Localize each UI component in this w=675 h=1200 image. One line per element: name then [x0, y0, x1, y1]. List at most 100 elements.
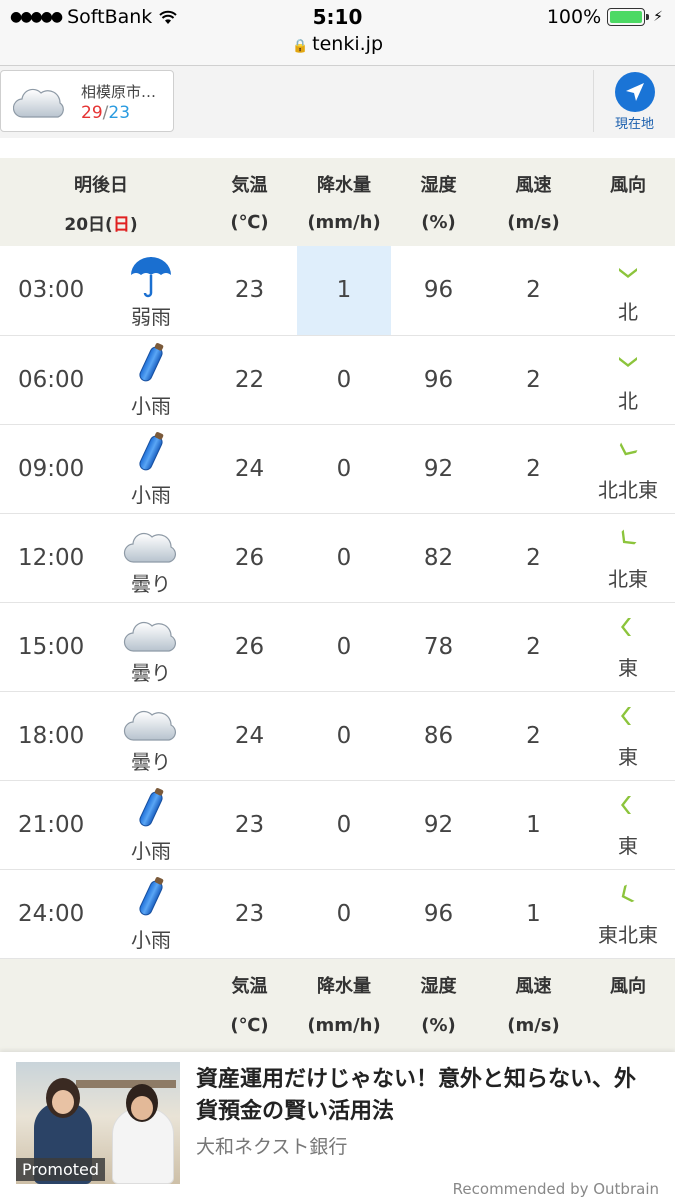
outbrain-credit[interactable]: Recommended by Outbrain: [453, 1180, 659, 1198]
navigation-arrow-icon: [614, 72, 655, 112]
footer-humidity: 湿度: [391, 958, 486, 1006]
row-rain: 0: [297, 335, 391, 425]
charging-icon: ⚡: [653, 9, 663, 25]
temp-low: 23: [108, 103, 131, 123]
row-time: 15:00: [0, 602, 100, 692]
wind-arrow-icon: [581, 256, 675, 286]
footer-empty: [0, 958, 202, 1006]
current-location-label: 現在地: [614, 117, 654, 132]
location-bar: 相模原市… 29/23 現在地: [0, 66, 675, 138]
row-temp: 26: [202, 602, 297, 692]
current-location-button[interactable]: 現在地: [593, 70, 675, 132]
footer-rain: 降水量: [297, 958, 391, 1006]
footer-wind-speed: 風速: [486, 958, 581, 1006]
cloud-icon: [100, 518, 202, 566]
row-wind-speed: 2: [486, 602, 581, 692]
row-wind-direction: 北: [581, 246, 675, 336]
row-weather: 小雨: [100, 335, 202, 425]
row-rain: 0: [297, 869, 391, 959]
unit-wind-speed: (m/s): [486, 204, 581, 246]
table-row: 21:00 小雨 23 0 92 1 東: [0, 780, 675, 870]
row-wind-speed: 2: [486, 246, 581, 336]
row-rain: 0: [297, 602, 391, 692]
row-weather: 曇り: [100, 513, 202, 603]
row-humidity: 78: [391, 602, 486, 692]
footer-unit-rain: (mm/h): [297, 1006, 391, 1052]
row-weather-text: 弱雨: [131, 304, 171, 329]
temp-high: 29: [81, 103, 103, 123]
wind-arrow-icon: [581, 434, 675, 464]
umbrella-icon: [100, 251, 202, 299]
row-wind-direction-text: 北北東: [598, 478, 658, 502]
row-time: 09:00: [0, 424, 100, 514]
sponsored-ad[interactable]: Promoted 資産運用だけじゃない！意外と知らない、外貨預金の賢い活用法 大…: [0, 1052, 675, 1200]
location-card[interactable]: 相模原市… 29/23: [0, 70, 174, 132]
row-weather: 小雨: [100, 780, 202, 870]
battery-info: 100% ⚡: [547, 6, 663, 28]
wind-arrow-icon: [581, 701, 675, 731]
battery-icon: [607, 8, 650, 26]
row-weather: 曇り: [100, 602, 202, 692]
footer-unit-temp: (℃): [202, 1006, 297, 1052]
row-weather-text: 小雨: [131, 394, 171, 418]
ad-title[interactable]: 資産運用だけじゃない！意外と知らない、外貨預金の賢い活用法: [196, 1064, 656, 1128]
row-weather: 弱雨: [100, 246, 202, 336]
url-text: tenki.jp: [312, 33, 384, 55]
row-temp: 23: [202, 869, 297, 959]
cloud-icon: [100, 607, 202, 655]
footer-empty-2: [0, 1006, 202, 1052]
row-rain: 0: [297, 780, 391, 870]
cloud-icon: [12, 85, 67, 125]
unit-temp: (℃): [202, 204, 297, 246]
row-weather-text: 小雨: [131, 928, 171, 952]
row-wind-speed: 2: [486, 335, 581, 425]
date-weekday: 日: [112, 214, 130, 235]
row-humidity: 86: [391, 691, 486, 781]
row-wind-direction-text: 東: [618, 834, 638, 858]
row-time: 21:00: [0, 780, 100, 870]
footer-wind-direction: 風向: [581, 958, 675, 1006]
row-weather-text: 小雨: [131, 483, 171, 507]
footer-unit-wind-speed: (m/s): [486, 1006, 581, 1052]
row-time: 18:00: [0, 691, 100, 781]
row-humidity: 96: [391, 335, 486, 425]
row-rain: 1: [297, 246, 391, 336]
row-rain: 0: [297, 691, 391, 781]
wind-arrow-icon: [581, 790, 675, 820]
table-row: 12:00 曇り 26 0 82 2 北東: [0, 513, 675, 603]
row-wind-direction-text: 北東: [608, 567, 648, 591]
row-temp: 23: [202, 246, 297, 336]
row-humidity: 96: [391, 246, 486, 336]
row-wind-speed: 2: [486, 691, 581, 781]
table-row: 03:00 弱雨 23 1 96 2 北: [0, 246, 675, 336]
ad-sponsor: 大和ネクスト銀行: [196, 1136, 348, 1158]
row-wind-speed: 2: [486, 424, 581, 514]
wind-arrow-icon: [581, 879, 675, 909]
row-time: 12:00: [0, 513, 100, 603]
day-label: 明後日: [0, 158, 202, 204]
table-row: 06:00 小雨 22 0 96 2 北: [0, 335, 675, 425]
row-time: 03:00: [0, 246, 100, 336]
table-header: 明後日 気温 降水量 湿度 風速 風向 20日(日) (℃) (mm/h) (%…: [0, 158, 675, 246]
row-weather-text: 小雨: [131, 839, 171, 863]
row-wind-direction: 北北東: [581, 424, 675, 514]
rain-icon: [100, 429, 202, 477]
header-temp: 気温: [202, 158, 297, 204]
row-temp: 24: [202, 691, 297, 781]
row-wind-direction-text: 東: [618, 745, 638, 769]
header-wind-direction: 風向: [581, 158, 675, 204]
header-rain: 降水量: [297, 158, 391, 204]
wind-arrow-icon: [581, 612, 675, 642]
row-humidity: 92: [391, 424, 486, 514]
row-humidity: 82: [391, 513, 486, 603]
row-temp: 23: [202, 780, 297, 870]
footer-unit-humidity: (%): [391, 1006, 486, 1052]
unit-rain: (mm/h): [297, 204, 391, 246]
row-wind-direction: 東: [581, 691, 675, 781]
url-bar[interactable]: 🔒 tenki.jp: [0, 33, 675, 55]
rain-icon: [100, 785, 202, 833]
row-humidity: 92: [391, 780, 486, 870]
status-bar: ●●●●● SoftBank 5:10 100% ⚡ 🔒 tenki.jp: [0, 0, 675, 66]
row-wind-direction: 北: [581, 335, 675, 425]
date-prefix: 20日(: [64, 214, 113, 235]
